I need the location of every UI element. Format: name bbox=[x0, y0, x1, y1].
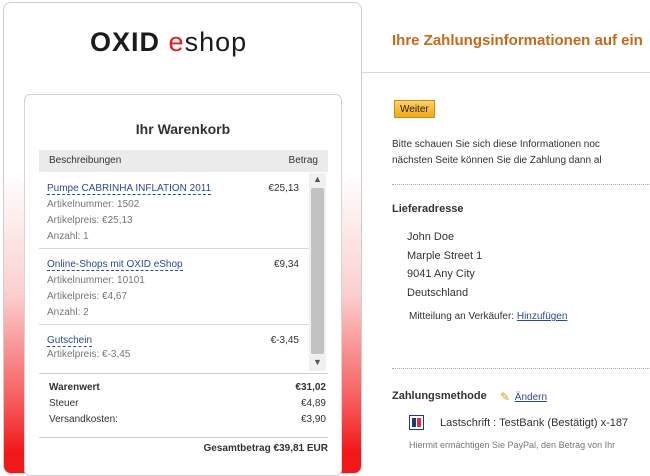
cart-item: Online-Shops mit OXID eShop €9,34 Artike… bbox=[39, 249, 309, 325]
goods-value-label: Warenwert bbox=[49, 382, 100, 393]
cart-box: Ihr Warenkorb Beschreibungen Betrag Pump… bbox=[24, 94, 342, 476]
cart-items-list: Pumpe CABRINHA INFLATION 2011 €25,13 Art… bbox=[39, 173, 309, 371]
title-divider bbox=[361, 72, 650, 73]
item-article-number: Artikelnummer: 1502 bbox=[47, 199, 140, 210]
pencil-icon: ✎ bbox=[500, 390, 511, 404]
cart-item: Pumpe CABRINHA INFLATION 2011 €25,13 Art… bbox=[39, 173, 309, 249]
item-quantity: Anzahl: 2 bbox=[47, 307, 89, 318]
grand-total: Gesamtbetrag €39,81 EUR bbox=[39, 437, 328, 454]
item-price: €-3,45 bbox=[270, 335, 299, 346]
item-unit-price: Artikelpreis: €25,13 bbox=[47, 215, 133, 226]
header-amount: Betrag bbox=[288, 155, 318, 166]
divider bbox=[392, 368, 650, 369]
item-quantity: Anzahl: 1 bbox=[47, 231, 89, 242]
payment-subtext: Hiermit ermächtigen Sie PayPal, den Betr… bbox=[409, 440, 616, 450]
item-link[interactable]: Pumpe CABRINHA INFLATION 2011 bbox=[47, 183, 212, 195]
item-unit-price: Artikelpreis: €4,67 bbox=[47, 291, 128, 302]
add-note-link[interactable]: Hinzufügen bbox=[517, 311, 568, 322]
cart-title: Ihr Warenkorb bbox=[135, 121, 231, 137]
shipping-label: Versandkosten: bbox=[49, 414, 118, 425]
address-country: Deutschland bbox=[407, 286, 469, 299]
address-city: 9041 Any City bbox=[407, 268, 475, 280]
seller-note: Mitteilung an Verkäufer: Hinzufügen bbox=[409, 311, 567, 322]
scroll-thumb[interactable] bbox=[311, 188, 324, 354]
cart-panel: OXID eshop Ihr Warenkorb Beschreibungen … bbox=[3, 2, 362, 476]
scroll-down-icon[interactable]: ▼ bbox=[309, 357, 326, 370]
shipping-value: €3,90 bbox=[300, 414, 326, 425]
header-description: Beschreibungen bbox=[49, 155, 122, 166]
tax-value: €4,89 bbox=[300, 398, 326, 409]
address-name: John Doe bbox=[407, 231, 455, 243]
cart-totals: Warenwert €31,02 Steuer €4,89 Versandkos… bbox=[39, 373, 328, 427]
continue-button[interactable]: Weiter bbox=[394, 100, 435, 118]
info-text: Bitte schauen Sie sich diese Information… bbox=[392, 139, 602, 166]
item-link[interactable]: Gutschein bbox=[47, 335, 93, 347]
item-article-number: Artikelnummer: 10101 bbox=[47, 275, 145, 286]
delivery-address: John Doe Marple Street 1 9041 Any City D… bbox=[407, 228, 482, 302]
address-street: Marple Street 1 bbox=[407, 249, 483, 262]
payment-change: ✎ Ändern bbox=[500, 390, 547, 404]
scroll-up-icon[interactable]: ▲ bbox=[309, 174, 326, 187]
seller-note-label: Mitteilung an Verkäufer: bbox=[409, 311, 515, 322]
change-payment-link[interactable]: Ändern bbox=[515, 392, 547, 403]
payment-title: Zahlungsmethode bbox=[392, 390, 487, 402]
divider bbox=[392, 184, 650, 185]
delivery-title: Lieferadresse bbox=[392, 203, 464, 215]
page-title: Ihre Zahlungsinformationen auf ein bbox=[392, 32, 643, 49]
lastschrift-icon bbox=[409, 415, 424, 430]
item-link[interactable]: Online-Shops mit OXID eShop bbox=[47, 259, 183, 271]
item-price: €9,34 bbox=[273, 259, 299, 270]
cart-scrollbar[interactable]: ▲ ▼ bbox=[309, 173, 326, 371]
item-price: €25,13 bbox=[268, 183, 299, 194]
cart-item: Gutschein €-3,45 Artikelpreis: €-3,45 bbox=[39, 325, 309, 371]
item-unit-price: Artikelpreis: €-3,45 bbox=[47, 349, 131, 360]
tax-label: Steuer bbox=[49, 398, 79, 409]
payment-method: Lastschrift : TestBank (Bestätigt) x-187 bbox=[440, 417, 629, 429]
oxid-eshop-logo: OXID eshop bbox=[90, 27, 248, 57]
goods-value: €31,02 bbox=[295, 382, 326, 393]
cart-table-header: Beschreibungen Betrag bbox=[39, 150, 328, 172]
